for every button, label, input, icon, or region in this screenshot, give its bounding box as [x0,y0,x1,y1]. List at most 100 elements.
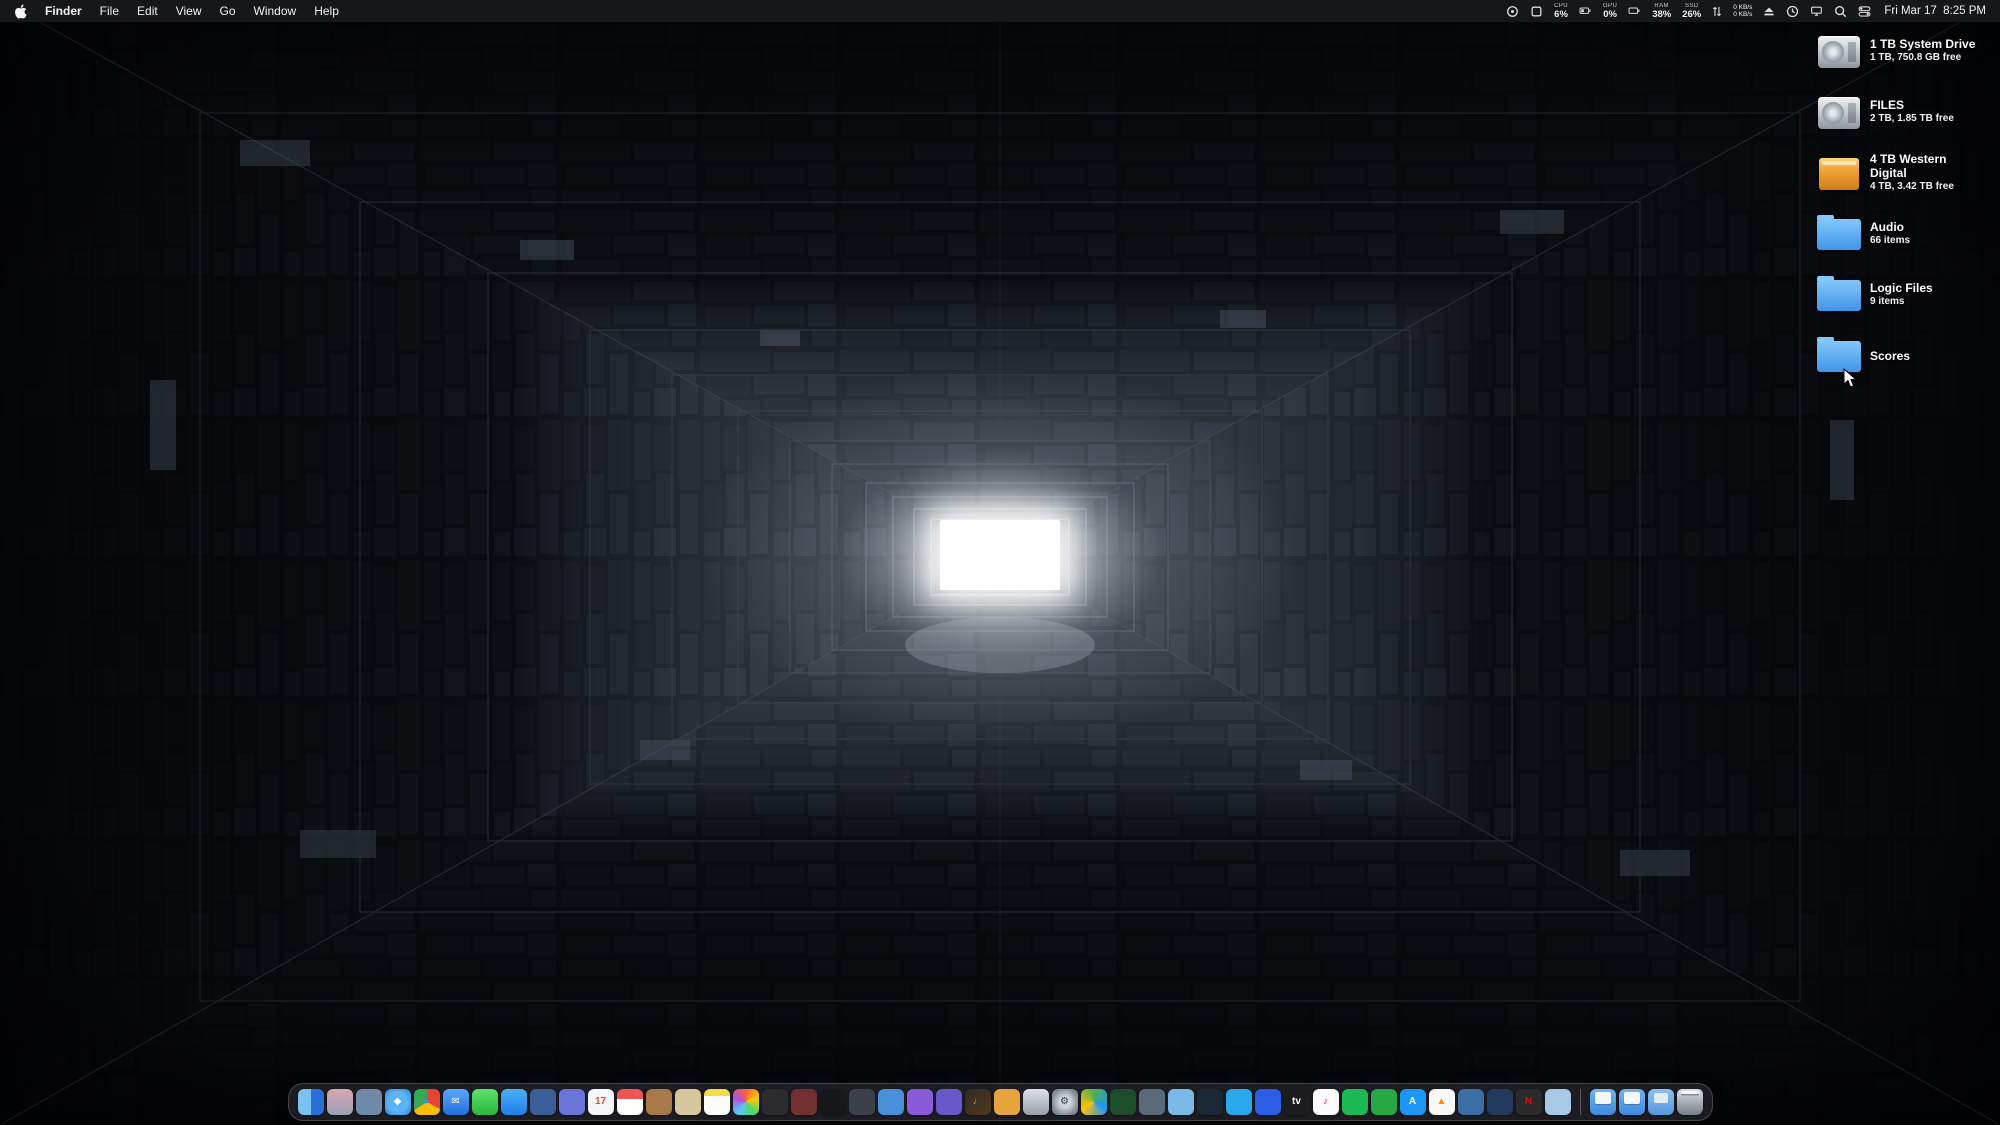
menu-item[interactable]: Help [314,4,339,18]
menu-item[interactable]: Window [254,4,297,18]
apple-tv-app-icon[interactable]: tv [1284,1089,1310,1115]
updown-arrows-icon[interactable] [1712,5,1722,18]
brown-notes-app-icon[interactable] [646,1089,672,1115]
netflix-app-icon[interactable]: N [1516,1089,1542,1115]
garageband-app-icon[interactable]: ♩ [965,1089,991,1115]
desktop-item-info: 9 items [1870,296,1933,309]
navy-app-icon[interactable] [1487,1089,1513,1115]
active-app-name[interactable]: Finder [45,4,82,18]
menu-item[interactable]: Edit [137,4,158,18]
network-meter[interactable]: 0 KB/s 0 KB/s [1733,4,1752,19]
app-glyph: ◆ [394,1097,402,1107]
app-glyph: A [1409,1097,1416,1107]
mail-app-icon[interactable]: ✉ [443,1089,469,1115]
desktop-item-name: 1 TB System Drive [1870,38,1975,52]
battery-icon-2[interactable] [1628,5,1641,17]
violet-app-icon[interactable] [936,1089,962,1115]
screen: Finder File Edit View Go Window Help CPU 6% [0,0,2000,1125]
telegram-app-icon[interactable] [1226,1089,1252,1115]
net-up: 0 KB/s [1733,4,1752,11]
trash-icon[interactable] [1677,1089,1703,1115]
powder-blue-app-icon[interactable] [1545,1089,1571,1115]
stickies-app-icon[interactable] [675,1089,701,1115]
steel-blue-app-icon[interactable] [1458,1089,1484,1115]
sphere-app-icon[interactable] [1081,1089,1107,1115]
spotify-app-icon[interactable] [1342,1089,1368,1115]
dock-extras [1590,1089,1703,1115]
royal-blue-app-icon[interactable] [1255,1089,1281,1115]
documents-stack-icon[interactable] [1619,1089,1645,1115]
desktop-item-label: Audio 66 items [1870,221,1910,247]
menu-item[interactable]: File [100,4,119,18]
ssd-meter[interactable]: SSD 26% [1682,3,1701,20]
steam-app-icon[interactable] [1197,1089,1223,1115]
app-store-icon[interactable]: A [1400,1089,1426,1115]
istat-icon[interactable] [1506,5,1519,18]
gpu-value: 0% [1603,10,1617,20]
menu-bar-clock[interactable]: Fri Mar 17 8:25 PM [1884,5,1986,17]
dock-separator [1580,1089,1581,1115]
notes-app-icon[interactable] [704,1089,730,1115]
app-glyph: ● [423,1097,429,1107]
menu-item[interactable]: Go [220,4,236,18]
control-center-icon[interactable] [1858,5,1871,18]
calendar-app-icon[interactable]: 17 [588,1089,614,1115]
desktop-item-name: Audio [1870,221,1910,235]
twitter-app-icon[interactable] [1168,1089,1194,1115]
downloads-stack-icon[interactable] [1590,1089,1616,1115]
maroon-app-icon[interactable] [791,1089,817,1115]
dark-green-app-icon[interactable] [1110,1089,1136,1115]
logic-pro-app-icon[interactable] [1023,1089,1049,1115]
ssd-value: 26% [1682,10,1701,20]
charcoal-app-icon[interactable] [849,1089,875,1115]
globe-app-icon[interactable] [878,1089,904,1115]
facetime-app-icon[interactable] [501,1089,527,1115]
amber-app-icon[interactable] [994,1089,1020,1115]
gpu-meter[interactable]: GPU 0% [1603,3,1617,20]
airplay-icon[interactable] [1810,5,1823,17]
eject-icon[interactable] [1763,5,1775,17]
time-machine-icon[interactable] [1786,5,1799,18]
music-app-icon[interactable]: ♪ [1313,1089,1339,1115]
apps-stack-icon[interactable] [1648,1089,1674,1115]
spotlight-icon[interactable] [1834,5,1847,18]
western-digital-drive-icon[interactable]: 4 TB Western Digital 4 TB, 3.42 TB free [1816,150,1984,197]
obs-app-icon[interactable] [762,1089,788,1115]
net-down: 0 KB/s [1733,11,1752,18]
dock-area: ◆ ● ✉ [0,1083,2000,1121]
files-drive-icon[interactable]: FILES 2 TB, 1.85 TB free [1816,89,1984,136]
desktop-icons: 1 TB System Drive 1 TB, 750.8 GB free FI… [1816,28,1984,380]
scores-folder-icon[interactable]: Scores [1816,333,1984,380]
safari-app-icon[interactable]: ◆ [385,1089,411,1115]
chrome-app-icon[interactable]: ● [414,1089,440,1115]
menu-bar-left: Finder File Edit View Go Window Help [14,4,339,19]
desktop-item-label: Logic Files 9 items [1870,282,1933,308]
folder-icon [1816,214,1862,256]
messages-app-icon[interactable] [472,1089,498,1115]
system-drive-icon[interactable]: 1 TB System Drive 1 TB, 750.8 GB free [1816,28,1984,75]
blue-dark-app-icon[interactable] [530,1089,556,1115]
fantastical-app-icon[interactable] [617,1089,643,1115]
cube-icon[interactable] [1530,5,1543,18]
audio-folder-icon[interactable]: Audio 66 items [1816,211,1984,258]
logic-files-folder-icon[interactable]: Logic Files 9 items [1816,272,1984,319]
desktop-item-info: 2 TB, 1.85 TB free [1870,113,1954,126]
vlc-app-icon[interactable]: ▲ [1429,1089,1455,1115]
photos-app-icon[interactable] [733,1089,759,1115]
cpu-meter[interactable]: CPU 6% [1554,3,1568,20]
finder-app-icon[interactable] [298,1089,324,1115]
system-settings-app-icon[interactable]: ⚙ [1052,1089,1078,1115]
files-app-icon[interactable] [356,1089,382,1115]
menu-item[interactable]: View [176,4,202,18]
slate-app-icon[interactable] [1139,1089,1165,1115]
app-glyph: ♪ [1323,1097,1328,1107]
apple-menu-icon[interactable] [14,4,27,19]
contacts-app-icon[interactable] [327,1089,353,1115]
battery-icon[interactable] [1579,5,1592,17]
black-app-icon[interactable] [820,1089,846,1115]
purple-app-icon[interactable] [907,1089,933,1115]
green-app-icon[interactable] [1371,1089,1397,1115]
discord-app-icon[interactable] [559,1089,585,1115]
ram-meter[interactable]: RAM 38% [1652,3,1671,20]
desktop-item-label: 1 TB System Drive 1 TB, 750.8 GB free [1870,38,1975,64]
